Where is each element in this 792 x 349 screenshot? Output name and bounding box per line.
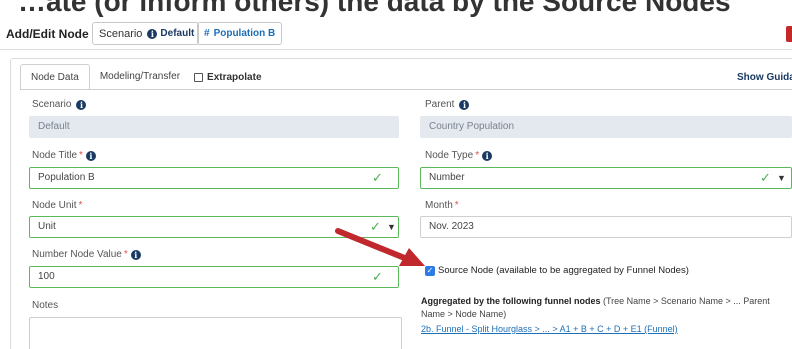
tabs-divider bbox=[20, 89, 792, 90]
number-node-value-value: 100 bbox=[38, 271, 55, 282]
scenario-badge-value: Default bbox=[160, 28, 195, 39]
show-guidance-link[interactable]: Show Guidanc bbox=[737, 72, 792, 83]
notes-label-text: Notes bbox=[32, 300, 59, 311]
node-type-label: Node Type * i bbox=[425, 150, 493, 161]
source-node-checkbox[interactable]: ✓ bbox=[425, 265, 435, 276]
month-label-text: Month bbox=[425, 200, 453, 211]
source-node-toggle[interactable]: ✓ Source Node (available to be aggregate… bbox=[425, 265, 689, 276]
node-title-label: Node Title * i bbox=[32, 150, 96, 161]
parent-field: Country Population bbox=[420, 116, 792, 138]
valid-check-icon: ✓ bbox=[370, 219, 381, 234]
node-unit-select[interactable]: Unit ✓ ▼ bbox=[29, 216, 399, 238]
top-caption-text: …ate (or inform others) the data by the … bbox=[18, 0, 731, 17]
tab-modeling-transfer[interactable]: Modeling/Transfer bbox=[90, 64, 190, 90]
month-label: Month * bbox=[425, 200, 459, 211]
funnel-node-link[interactable]: 2b. Funnel - Split Hourglass > ... > A1 … bbox=[421, 324, 678, 334]
info-icon: i bbox=[482, 150, 493, 161]
node-unit-label: Node Unit * bbox=[32, 200, 82, 211]
modal-header: Add/Edit Node Scenario i Default # Popul… bbox=[0, 18, 792, 50]
top-caption-strip: …ate (or inform others) the data by the … bbox=[0, 0, 792, 18]
required-marker: * bbox=[475, 150, 480, 161]
parent-label-text: Parent bbox=[425, 99, 455, 110]
scenario-label-text: Scenario bbox=[32, 99, 72, 110]
scenario-field: Default bbox=[29, 116, 399, 138]
parent-field-label: Parent i bbox=[425, 99, 470, 110]
info-icon: i bbox=[130, 249, 141, 260]
node-unit-label-text: Node Unit bbox=[32, 200, 77, 211]
info-icon: i bbox=[76, 99, 87, 110]
info-icon: i bbox=[85, 150, 96, 161]
node-title-value: Population B bbox=[38, 172, 95, 183]
node-type-value: Number bbox=[429, 172, 465, 183]
required-marker: * bbox=[123, 249, 128, 260]
valid-check-icon: ✓ bbox=[372, 170, 383, 185]
scenario-badge-label: Scenario bbox=[99, 27, 143, 40]
aggregated-by-text: Aggregated by the following funnel nodes… bbox=[421, 295, 791, 321]
notes-textarea[interactable] bbox=[29, 317, 402, 349]
modal-title: Add/Edit Node bbox=[6, 27, 89, 41]
hash-icon: # bbox=[204, 28, 210, 39]
required-marker: * bbox=[79, 150, 83, 161]
extrapolate-checkbox[interactable] bbox=[194, 72, 204, 82]
number-node-value-input[interactable]: 100 ✓ bbox=[29, 266, 399, 288]
node-type-label-text: Node Type bbox=[425, 150, 474, 161]
aggregated-by-heading: Aggregated by the following funnel nodes bbox=[421, 296, 601, 306]
node-type-select[interactable]: Number ✓ ▼ bbox=[420, 167, 792, 189]
valid-check-icon: ✓ bbox=[760, 170, 771, 185]
tab-bar: Node Data Modeling/Transfer Extrapolate bbox=[20, 64, 262, 90]
source-node-label: Source Node (available to be aggregated … bbox=[438, 265, 689, 276]
extrapolate-toggle[interactable]: Extrapolate bbox=[194, 64, 262, 90]
month-input[interactable]: Nov. 2023 bbox=[420, 216, 792, 238]
node-title-label-text: Node Title bbox=[32, 150, 78, 161]
chevron-down-icon: ▼ bbox=[777, 173, 786, 183]
close-button[interactable] bbox=[786, 26, 792, 42]
node-unit-value: Unit bbox=[38, 221, 56, 232]
chevron-down-icon: ▼ bbox=[387, 222, 396, 232]
notes-label: Notes bbox=[32, 300, 58, 311]
population-badge-label: Population B bbox=[213, 28, 276, 39]
tab-node-data[interactable]: Node Data bbox=[20, 64, 90, 90]
extrapolate-label: Extrapolate bbox=[207, 71, 262, 83]
required-marker: * bbox=[454, 200, 459, 211]
number-node-value-label: Number Node Value * i bbox=[32, 249, 141, 260]
info-icon: i bbox=[459, 99, 470, 110]
node-title-input[interactable]: Population B ✓ bbox=[29, 167, 399, 189]
scenario-badge[interactable]: Scenario i Default bbox=[92, 22, 200, 45]
valid-check-icon: ✓ bbox=[372, 269, 383, 284]
population-badge[interactable]: # Population B bbox=[197, 22, 283, 45]
scenario-field-label: Scenario i bbox=[32, 99, 87, 110]
number-node-value-label-text: Number Node Value bbox=[32, 249, 122, 260]
info-icon: i bbox=[147, 28, 158, 39]
required-marker: * bbox=[78, 200, 83, 211]
